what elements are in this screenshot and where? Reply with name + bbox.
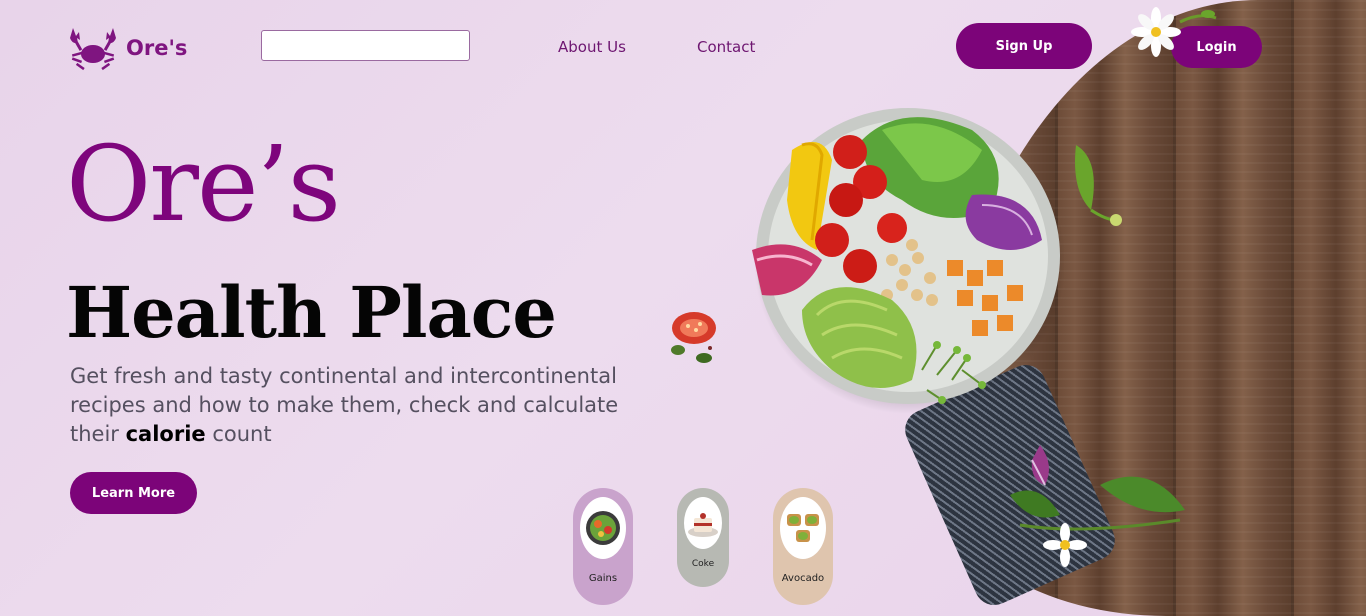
garnish-leaves-icon xyxy=(1010,445,1185,567)
page: Ore's About Us Contact Sign Up Login Ore… xyxy=(0,0,1366,616)
category-label: Gains xyxy=(588,573,618,584)
crab-icon xyxy=(70,28,116,71)
category-image xyxy=(580,497,626,559)
learn-more-button[interactable]: Learn More xyxy=(70,472,197,514)
nav-link-contact[interactable]: Contact xyxy=(697,38,755,56)
search-input[interactable] xyxy=(261,30,470,61)
logo-text: Ore's xyxy=(126,36,188,60)
basil-leaf-icon xyxy=(1075,145,1122,226)
daisy-flower-icon xyxy=(1131,7,1217,57)
salad-bowl-image xyxy=(752,108,1064,414)
category-pill-coke[interactable]: Coke xyxy=(677,488,729,587)
signup-button[interactable]: Sign Up xyxy=(956,23,1092,69)
cake-icon xyxy=(688,513,718,537)
category-label: Coke xyxy=(691,559,715,569)
category-image xyxy=(684,497,722,549)
category-pill-gains[interactable]: Gains xyxy=(573,488,633,605)
hero-description-tail: count xyxy=(205,422,272,446)
category-label: Avocado xyxy=(781,573,825,584)
category-pill-avocado[interactable]: Avocado xyxy=(773,488,833,605)
hero-description: Get fresh and tasty continental and inte… xyxy=(70,362,670,449)
tomato-icon xyxy=(671,312,716,363)
hero-description-highlight: calorie xyxy=(125,422,206,446)
hero-brand-title: Ore’s xyxy=(66,123,341,245)
salad-plate-icon xyxy=(586,511,620,545)
category-image xyxy=(780,497,826,559)
nav-link-about[interactable]: About Us xyxy=(558,38,626,56)
logo[interactable]: Ore's xyxy=(68,24,187,72)
avocado-toast-icon xyxy=(787,514,819,542)
hero-title: Health Place xyxy=(66,271,557,354)
